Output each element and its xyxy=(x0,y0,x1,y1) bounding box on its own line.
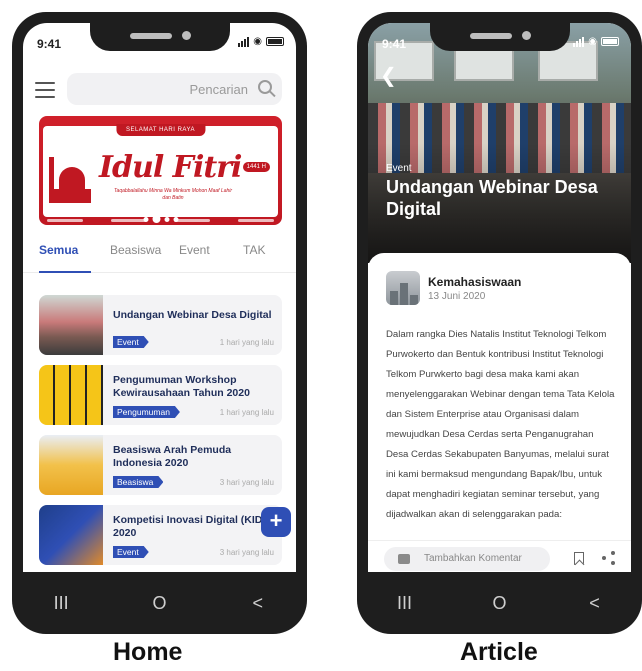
list-item[interactable]: Beasiswa Arah Pemuda Indonesia 2020 Beas… xyxy=(39,435,282,495)
tab-event[interactable]: Event xyxy=(179,243,210,257)
wifi-icon: ◉ xyxy=(253,36,262,47)
news-title: Undangan Webinar Desa Digital xyxy=(113,309,272,321)
comment-placeholder: Tambahkan Komentar xyxy=(424,553,522,564)
category-badge: Pengumuman xyxy=(113,406,180,418)
article-phone: Event Undangan Webinar Desa Digital 9:41… xyxy=(357,12,642,634)
article-hero-image: Event Undangan Webinar Desa Digital xyxy=(368,23,631,263)
article-paragraph: Dalam rangka Dies Natalis Institut Tekno… xyxy=(386,329,615,520)
tab-beasiswa[interactable]: Beasiswa xyxy=(110,243,161,257)
battery-icon xyxy=(601,37,619,46)
promo-banner[interactable]: SELAMAT HARI RAYA Idul Fitri 1441 H Taqa… xyxy=(39,116,282,225)
recent-apps-icon[interactable]: III xyxy=(41,593,81,614)
banner-hijri: 1441 H xyxy=(242,162,270,172)
search-placeholder: Pencarian xyxy=(189,82,248,97)
banner-card: SELAMAT HARI RAYA Idul Fitri 1441 H Taqa… xyxy=(43,124,278,217)
system-icons: ◉ xyxy=(573,36,619,47)
home-nav-icon[interactable]: O xyxy=(480,593,520,614)
back-nav-icon[interactable]: < xyxy=(575,593,615,614)
banner-subtitle: Taqabbalallahu Minna Wa Minkum Mohon Maa… xyxy=(113,188,233,201)
news-thumbnail xyxy=(39,505,103,565)
status-time: 9:41 xyxy=(37,37,62,51)
news-title: Beasiswa Arah Pemuda Indonesia 2020 xyxy=(113,444,232,469)
news-time: 3 hari yang lalu xyxy=(219,478,274,487)
news-thumbnail xyxy=(39,365,103,425)
recent-apps-icon[interactable]: III xyxy=(385,593,425,614)
notch xyxy=(429,23,570,51)
news-time: 1 hari yang lalu xyxy=(219,408,274,417)
android-navbar: III O < xyxy=(357,572,642,634)
article-title: Undangan Webinar Desa Digital xyxy=(386,177,598,219)
news-thumbnail xyxy=(39,295,103,355)
add-button[interactable]: + xyxy=(261,507,291,537)
back-arrow-icon[interactable]: ❮ xyxy=(380,63,397,88)
home-phone: 9:41 ◉ Pencarian SELAMAT HARI RAYA Idul … xyxy=(12,12,307,634)
news-time: 3 hari yang lalu xyxy=(219,548,274,557)
category-badge: Event xyxy=(113,546,149,558)
comment-bar: Tambahkan Komentar xyxy=(368,540,631,572)
list-item[interactable]: Kompetisi Inovasi Digital (KID) 2020 Eve… xyxy=(39,505,282,565)
category-badge: Event xyxy=(113,336,149,348)
search-icon[interactable] xyxy=(258,80,272,94)
signal-icon xyxy=(573,36,585,47)
article-screen: Event Undangan Webinar Desa Digital 9:41… xyxy=(368,23,631,572)
author-name: Kemahasiswaan xyxy=(428,275,522,289)
tab-semua[interactable]: Semua xyxy=(39,243,78,257)
list-item[interactable]: Pengumuman Workshop Kewirausahaan Tahun … xyxy=(39,365,282,425)
article-body: Kemahasiswaan 13 Juni 2020 Dalam rangka … xyxy=(368,253,631,572)
tab-indicator xyxy=(39,271,91,273)
publish-date: 13 Juni 2020 xyxy=(428,291,486,302)
banner-ribbon: SELAMAT HARI RAYA xyxy=(115,124,206,136)
comment-input[interactable]: Tambahkan Komentar xyxy=(384,547,550,571)
category-badge: Beasiswa xyxy=(113,476,163,488)
news-time: 1 hari yang lalu xyxy=(219,338,274,347)
news-title: Kompetisi Inovasi Digital (KID) 2020 xyxy=(113,514,266,539)
bookmark-icon[interactable] xyxy=(574,552,584,565)
android-navbar: III O < xyxy=(12,572,307,634)
comment-icon xyxy=(398,554,410,564)
article-caption: Article xyxy=(460,638,538,666)
back-nav-icon[interactable]: < xyxy=(238,593,278,614)
notch xyxy=(89,23,230,51)
tab-tak[interactable]: TAK xyxy=(243,243,265,257)
home-nav-icon[interactable]: O xyxy=(139,593,179,614)
category-tabs: Semua Beasiswa Event TAK xyxy=(23,239,296,273)
wifi-icon: ◉ xyxy=(588,36,597,47)
battery-icon xyxy=(266,37,284,46)
author-avatar xyxy=(386,271,420,305)
signal-icon xyxy=(238,36,250,47)
list-item[interactable]: Undangan Webinar Desa Digital Event 1 ha… xyxy=(39,295,282,355)
share-icon[interactable] xyxy=(602,551,616,565)
hamburger-menu-icon[interactable] xyxy=(35,82,55,98)
search-input[interactable]: Pencarian xyxy=(67,73,282,105)
banner-title: Idul Fitri xyxy=(99,150,242,185)
mosque-icon xyxy=(49,153,95,203)
status-time: 9:41 xyxy=(382,37,407,51)
home-header: Pencarian xyxy=(23,71,296,111)
article-category: Event xyxy=(386,163,412,174)
home-screen: 9:41 ◉ Pencarian SELAMAT HARI RAYA Idul … xyxy=(23,23,296,572)
news-title: Pengumuman Workshop Kewirausahaan Tahun … xyxy=(113,374,250,399)
system-icons: ◉ xyxy=(238,36,284,47)
home-caption: Home xyxy=(113,638,183,666)
news-thumbnail xyxy=(39,435,103,495)
carousel-dots[interactable] xyxy=(143,215,178,223)
